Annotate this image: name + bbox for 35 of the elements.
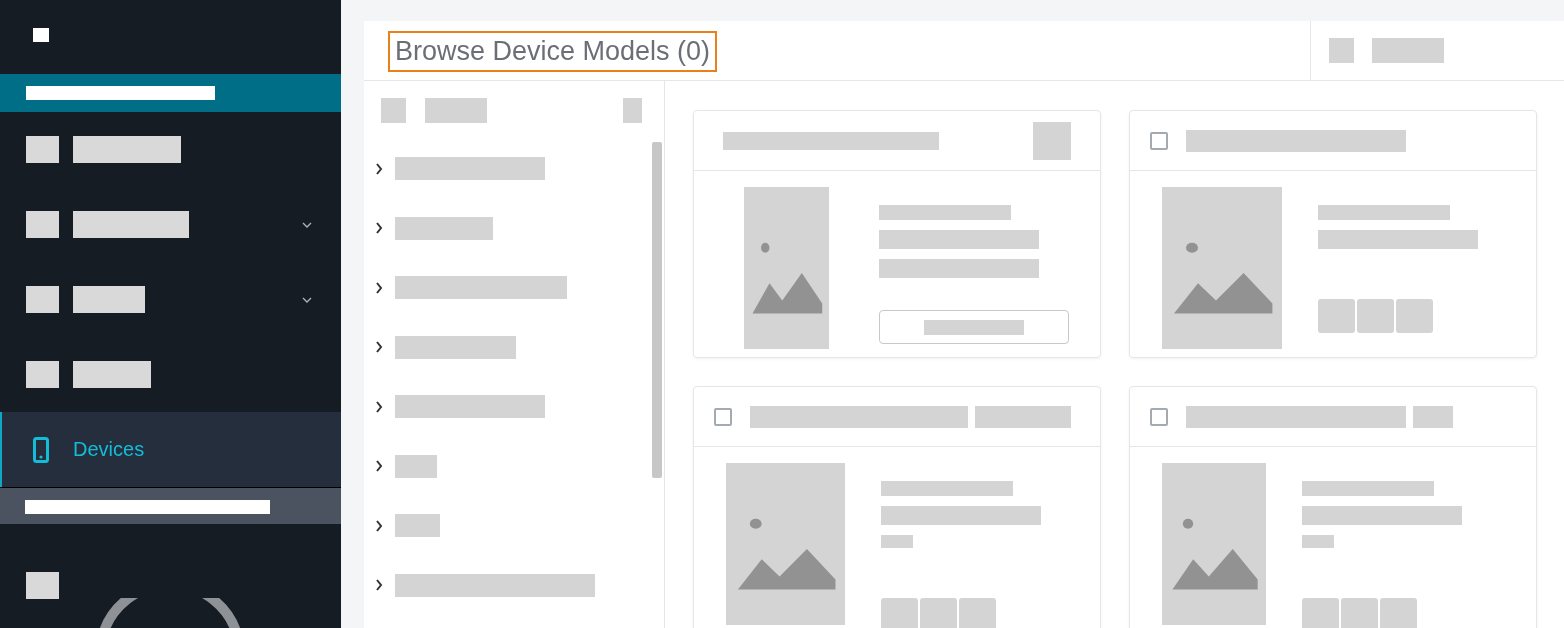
skeleton-bar (1413, 405, 1453, 428)
page-title: Browse Device Models (0) (388, 31, 718, 72)
skeleton-bar (881, 535, 913, 548)
checkbox[interactable] (1150, 131, 1168, 150)
icon-placeholder (623, 97, 642, 123)
chevron-icon (375, 519, 383, 532)
checkbox[interactable] (714, 407, 732, 426)
chevron-icon (375, 341, 383, 354)
chevron-icon (375, 460, 383, 473)
icon-placeholder (1329, 38, 1354, 63)
account-bar[interactable] (0, 74, 341, 112)
checkbox[interactable] (1150, 407, 1168, 426)
skeleton-bar (1372, 38, 1444, 63)
chevron-icon (375, 579, 383, 592)
icon-placeholder (26, 571, 59, 599)
chevron-icon (375, 400, 383, 413)
chevron-down-icon (302, 296, 312, 303)
skeleton-bar (73, 286, 145, 313)
skeleton-bar (425, 97, 487, 123)
nav-item[interactable]: Devices (0, 412, 341, 487)
chevron-icon (375, 222, 383, 235)
chevron-down-icon (302, 221, 312, 228)
chevron-icon (375, 162, 383, 175)
icon-placeholder (26, 211, 59, 238)
icon-placeholder (1033, 121, 1071, 160)
button-placeholder[interactable] (879, 310, 1069, 344)
icon-placeholder (26, 136, 59, 163)
skeleton-bar (1302, 535, 1334, 548)
icon-placeholder (381, 97, 406, 123)
icon-placeholder (26, 286, 59, 313)
scrollbar[interactable] (652, 142, 662, 478)
logo-placeholder (33, 28, 49, 42)
chevron-icon (375, 281, 383, 294)
phone-icon (33, 436, 49, 463)
icon-placeholder (26, 361, 59, 388)
